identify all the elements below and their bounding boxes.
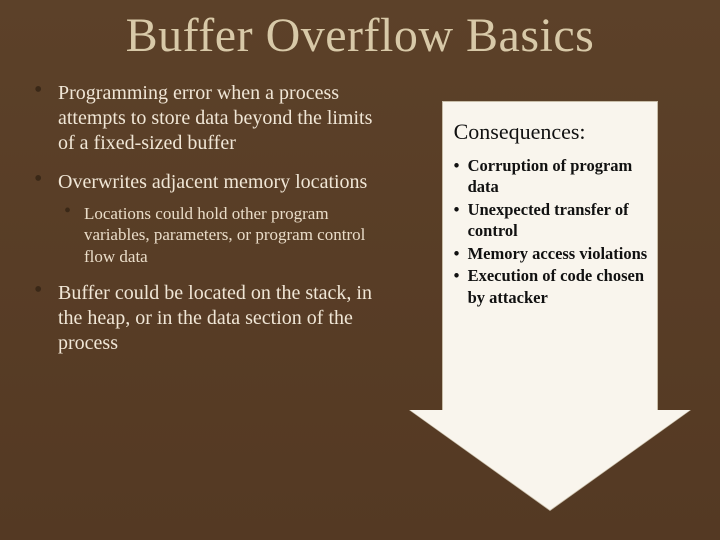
bullet-item: Overwrites adjacent memory locations Loc… bbox=[30, 170, 386, 267]
consequence-item: Unexpected transfer of control bbox=[454, 199, 650, 242]
bullet-text: Overwrites adjacent memory locations bbox=[58, 171, 367, 193]
consequences-list: Corruption of program data Unexpected tr… bbox=[454, 155, 650, 308]
bullet-item: Buffer could be located on the stack, in… bbox=[30, 281, 386, 356]
arrow-head bbox=[410, 410, 690, 510]
sub-bullet-item: Locations could hold other program varia… bbox=[58, 203, 386, 267]
slide: Buffer Overflow Basics Programming error… bbox=[0, 0, 720, 540]
consequence-item: Corruption of program data bbox=[454, 155, 650, 198]
right-column: Consequences: Corruption of program data… bbox=[404, 81, 694, 521]
slide-title: Buffer Overflow Basics bbox=[30, 8, 690, 63]
consequence-item: Memory access violations bbox=[454, 243, 650, 264]
sub-bullet-list: Locations could hold other program varia… bbox=[58, 203, 386, 267]
bullet-item: Programming error when a process attempt… bbox=[30, 81, 386, 156]
arrow-content: Consequences: Corruption of program data… bbox=[454, 119, 650, 309]
content-row: Programming error when a process attempt… bbox=[30, 81, 690, 521]
consequence-item: Execution of code chosen by attacker bbox=[454, 265, 650, 308]
down-arrow-shape: Consequences: Corruption of program data… bbox=[410, 101, 690, 521]
consequences-heading: Consequences: bbox=[454, 119, 650, 145]
left-column: Programming error when a process attempt… bbox=[30, 81, 386, 521]
main-bullet-list: Programming error when a process attempt… bbox=[30, 81, 386, 356]
